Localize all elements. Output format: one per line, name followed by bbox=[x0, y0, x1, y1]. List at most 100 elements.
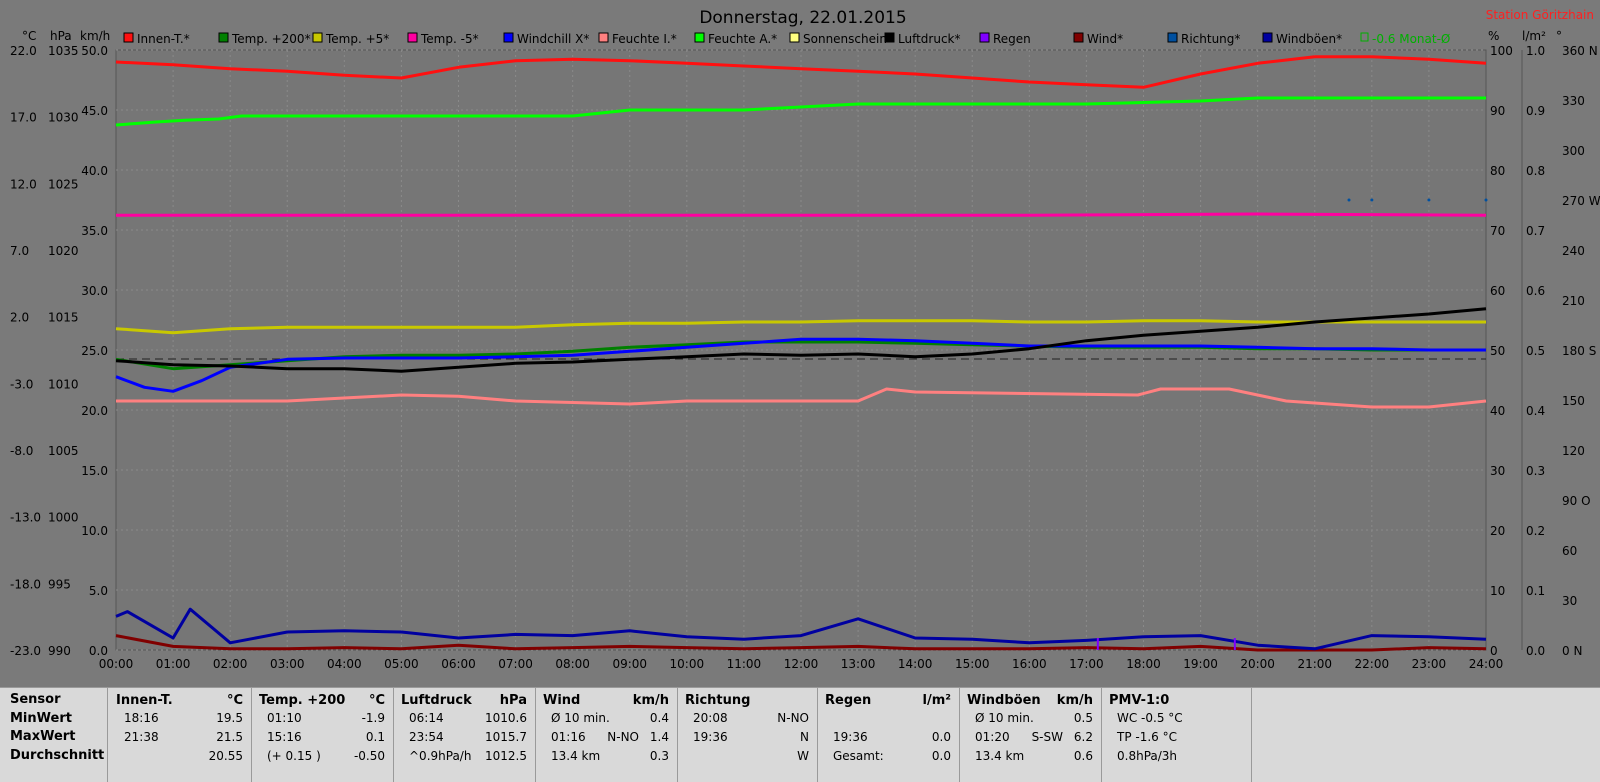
stats-value: 20.55 bbox=[208, 749, 243, 763]
stats-time: 01:10 bbox=[267, 711, 302, 725]
unit-label: % bbox=[1488, 29, 1499, 43]
unit-label: l/m² bbox=[1522, 29, 1546, 43]
x-tick-label: 22:00 bbox=[1355, 657, 1390, 671]
stats-cell: 0.8hPa/3h bbox=[1109, 749, 1243, 767]
stats-time: 13.4 km bbox=[551, 749, 601, 763]
stats-cell: 06:14 1010.6 bbox=[401, 711, 527, 729]
tick-label: 1030 bbox=[48, 111, 79, 125]
stats-value: 1.4 bbox=[649, 730, 669, 744]
stats-group-unit: km/h bbox=[632, 693, 669, 708]
legend-label: Sonnenschein bbox=[803, 32, 887, 46]
stats-cell: 19:36 0.0 bbox=[825, 730, 951, 748]
stats-value: -0.50 bbox=[353, 749, 385, 763]
legend-swatch bbox=[312, 32, 323, 43]
x-tick-label: 01:00 bbox=[156, 657, 191, 671]
series-line bbox=[116, 212, 1487, 217]
stats-value: 0.3 bbox=[649, 749, 669, 763]
legend-label: Windchill X* bbox=[517, 32, 589, 46]
tick-label: 360 N bbox=[1562, 44, 1598, 58]
tick-label: 10 bbox=[1490, 584, 1505, 598]
tick-label: 90 O bbox=[1562, 494, 1591, 508]
tick-label: 1.0 bbox=[1526, 44, 1545, 58]
x-tick-label: 07:00 bbox=[498, 657, 533, 671]
tick-label: 0.5 bbox=[1526, 344, 1545, 358]
stats-cell: 01:10 -1.9 bbox=[259, 711, 385, 729]
x-tick-label: 11:00 bbox=[727, 657, 762, 671]
stats-direction: S-SW bbox=[1031, 730, 1063, 744]
x-tick-label: 00:00 bbox=[99, 657, 134, 671]
stats-time: 01:16 bbox=[551, 730, 586, 744]
stats-cell: Gesamt: 0.0 bbox=[825, 749, 951, 767]
legend-swatch bbox=[884, 32, 895, 43]
tick-label: 1015 bbox=[48, 311, 79, 325]
data-point bbox=[1347, 198, 1351, 202]
stats-group-unit: km/h bbox=[1056, 693, 1093, 708]
stats-group-title: Innen-T. °C bbox=[116, 693, 243, 708]
stats-group: Luftdruck hPa 06:14 1010.6 23:54 1015.7 ^0.9hP… bbox=[393, 688, 536, 782]
x-tick-label: 09:00 bbox=[612, 657, 647, 671]
tick-label: 30 bbox=[1490, 464, 1505, 478]
stats-value: 0.4 bbox=[649, 711, 669, 725]
stats-value: N-NO bbox=[777, 711, 809, 725]
x-tick-label: 04:00 bbox=[327, 657, 362, 671]
stats-group: Wind km/h Ø 10 min. 0.4 01:16 N-NO 1.4 13.4 km 0… bbox=[535, 688, 678, 782]
stats-time: Ø 10 min. bbox=[551, 711, 610, 725]
stats-group: Regen l/m² 19:36 0.0 Gesamt: 0.0 bbox=[817, 688, 960, 782]
stats-group-title: Wind km/h bbox=[543, 693, 669, 708]
legend-label: Feuchte A.* bbox=[708, 32, 777, 46]
tick-label: 25.0 bbox=[81, 344, 108, 358]
x-tick-label: 15:00 bbox=[955, 657, 990, 671]
stats-cell: 20.55 bbox=[116, 749, 243, 767]
stats-cell: 15:16 0.1 bbox=[259, 730, 385, 748]
tick-label: -13.0 bbox=[10, 511, 41, 525]
stats-time: 20:08 bbox=[693, 711, 728, 725]
stats-value: N bbox=[800, 730, 809, 744]
tick-label: 150 bbox=[1562, 394, 1585, 408]
tick-label: 0 N bbox=[1562, 644, 1582, 658]
tick-label: 15.0 bbox=[81, 464, 108, 478]
tick-label: 300 bbox=[1562, 144, 1585, 158]
tick-label: 0.6 bbox=[1526, 284, 1545, 298]
right-unit-labels: % l/m² ° bbox=[1488, 29, 1562, 43]
tick-label: 80 bbox=[1490, 164, 1505, 178]
tick-label: 180 S bbox=[1562, 344, 1596, 358]
statistics-panel: Sensor MinWert MaxWert Durchschnitt Inne… bbox=[0, 687, 1600, 782]
tick-label: 10.0 bbox=[81, 524, 108, 538]
x-tick-label: 02:00 bbox=[213, 657, 248, 671]
legend-label: Temp. +5* bbox=[325, 32, 389, 46]
x-tick-label: 13:00 bbox=[841, 657, 876, 671]
stats-cell: 01:16 N-NO 1.4 bbox=[543, 730, 669, 748]
stats-time: 01:20 bbox=[975, 730, 1010, 744]
unit-label: km/h bbox=[80, 29, 110, 43]
legend-item: Feuchte A.* bbox=[694, 32, 777, 46]
stats-time: ^0.9hPa/h bbox=[409, 749, 472, 763]
stats-row-labels: Sensor MinWert MaxWert Durchschnitt bbox=[0, 688, 108, 782]
x-tick-label: 10:00 bbox=[670, 657, 705, 671]
stats-time: TP -1.6 °C bbox=[1117, 730, 1177, 744]
stats-cell: TP -1.6 °C bbox=[1109, 730, 1243, 748]
stats-time: 19:36 bbox=[833, 730, 868, 744]
stats-group: PMV-1:0 WC -0.5 °C TP -1.6 °C 0.8hPa/3h bbox=[1101, 688, 1252, 782]
tick-label: 0.8 bbox=[1526, 164, 1545, 178]
stats-value: 0.5 bbox=[1073, 711, 1093, 725]
stats-value: 1012.5 bbox=[485, 749, 527, 763]
tick-label: 0.0 bbox=[89, 644, 108, 658]
x-axis: 00:00 01:00 02:00 03:00 04:00 05:00 06:00 07:00… bbox=[99, 657, 1504, 671]
legend-item: Feuchte I.* bbox=[598, 32, 677, 46]
row-label: Durchschnitt bbox=[10, 748, 105, 763]
tick-label: 5.0 bbox=[89, 584, 108, 598]
stats-time: 06:14 bbox=[409, 711, 444, 725]
tick-label: 1010 bbox=[48, 377, 79, 391]
legend-item: Wind* bbox=[1073, 32, 1123, 46]
row-label: MaxWert bbox=[10, 729, 76, 744]
stats-group: Temp. +200 °C 01:10 -1.9 15:16 0.1 (+ 0.15 ) -0… bbox=[251, 688, 394, 782]
legend-label: Wind* bbox=[1087, 32, 1123, 46]
stats-group-unit: l/m² bbox=[922, 693, 951, 708]
stats-group-title: Richtung bbox=[685, 693, 751, 708]
legend-swatch bbox=[407, 32, 418, 43]
stats-time: 23:54 bbox=[409, 730, 444, 744]
stats-value: 0.1 bbox=[365, 730, 385, 744]
stats-cell: 19:36 N bbox=[685, 730, 809, 748]
tick-label: 7.0 bbox=[10, 244, 29, 258]
tick-label: 2.0 bbox=[10, 311, 29, 325]
